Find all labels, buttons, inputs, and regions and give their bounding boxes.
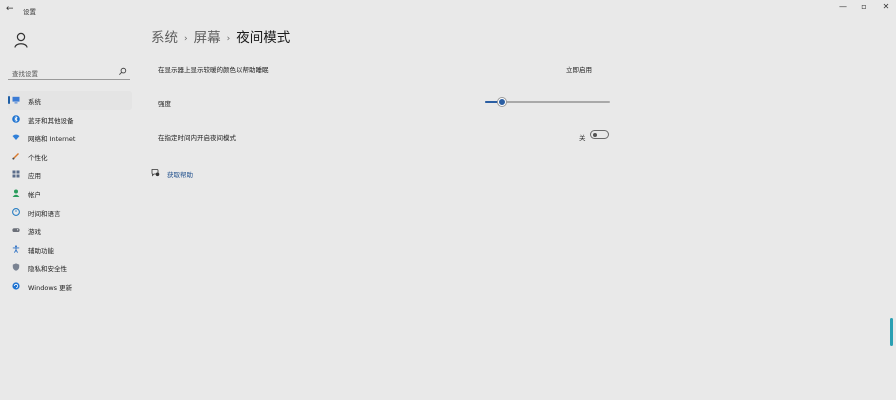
monitor-icon	[12, 96, 20, 104]
schedule-state-label: 关	[579, 134, 586, 142]
toggle-knob	[593, 132, 597, 137]
night-light-description: 在显示器上显示较暖的颜色以帮助睡眠	[158, 66, 269, 74]
sidebar-item-gaming[interactable]: 游戏	[8, 221, 132, 240]
search-placeholder: 查找设置	[12, 70, 38, 78]
title-bar: ← 设置 — ▫ ✕	[0, 0, 896, 22]
shield-icon	[12, 263, 20, 272]
strength-slider[interactable]	[485, 97, 610, 107]
bluetooth-icon	[12, 114, 20, 123]
wifi-icon	[12, 134, 20, 141]
strength-label: 强度	[158, 100, 171, 108]
user-avatar-icon[interactable]	[14, 32, 28, 48]
update-icon	[12, 282, 20, 290]
schedule-toggle[interactable]	[590, 130, 609, 139]
sidebar-item-windows-update[interactable]: Windows 更新	[8, 277, 132, 296]
breadcrumb-system[interactable]: 系统	[151, 30, 178, 46]
maximize-icon[interactable]: ▫	[857, 2, 871, 11]
sidebar-item-accessibility[interactable]: 辅助功能	[8, 240, 132, 259]
chevron-right-icon: ›	[226, 34, 231, 44]
globe-clock-icon	[12, 207, 20, 216]
chevron-right-icon: ›	[184, 34, 188, 44]
scrollbar[interactable]	[890, 318, 893, 346]
accessibility-icon	[12, 245, 20, 253]
search-input[interactable]: 查找设置	[8, 65, 130, 80]
sidebar-item-system[interactable]: 系统	[8, 91, 132, 110]
apps-icon	[12, 170, 20, 178]
back-arrow-icon[interactable]: ←	[6, 4, 14, 14]
schedule-label: 在指定时间内开启夜间模式	[158, 134, 236, 142]
page-title: 夜间模式	[236, 30, 291, 46]
brush-icon	[12, 152, 19, 160]
sidebar-nav: 系统 蓝牙和其他设备 网络和 Internet 个性化 应用 帐户 时间和语言 …	[8, 91, 132, 296]
gamepad-icon	[12, 228, 20, 233]
app-title: 设置	[23, 8, 36, 16]
sidebar-item-network[interactable]: 网络和 Internet	[8, 128, 132, 147]
search-icon	[119, 67, 127, 75]
breadcrumb: 系统 › 屏幕 › 夜间模式	[151, 26, 290, 46]
sidebar-item-accounts[interactable]: 帐户	[8, 184, 132, 203]
person-icon	[12, 189, 20, 197]
sidebar-item-time-language[interactable]: 时间和语言	[8, 203, 132, 222]
slider-thumb[interactable]	[498, 98, 507, 106]
close-icon[interactable]: ✕	[879, 2, 893, 11]
sidebar-item-apps[interactable]: 应用	[8, 165, 132, 184]
sidebar-item-personalization[interactable]: 个性化	[8, 147, 132, 166]
sidebar-item-bluetooth[interactable]: 蓝牙和其他设备	[8, 110, 132, 129]
breadcrumb-display[interactable]: 屏幕	[194, 30, 221, 46]
help-icon	[151, 169, 160, 177]
sidebar-item-privacy[interactable]: 隐私和安全性	[8, 258, 132, 277]
turn-on-now-button[interactable]: 立即启用	[566, 64, 592, 74]
minimize-icon[interactable]: —	[836, 2, 850, 11]
